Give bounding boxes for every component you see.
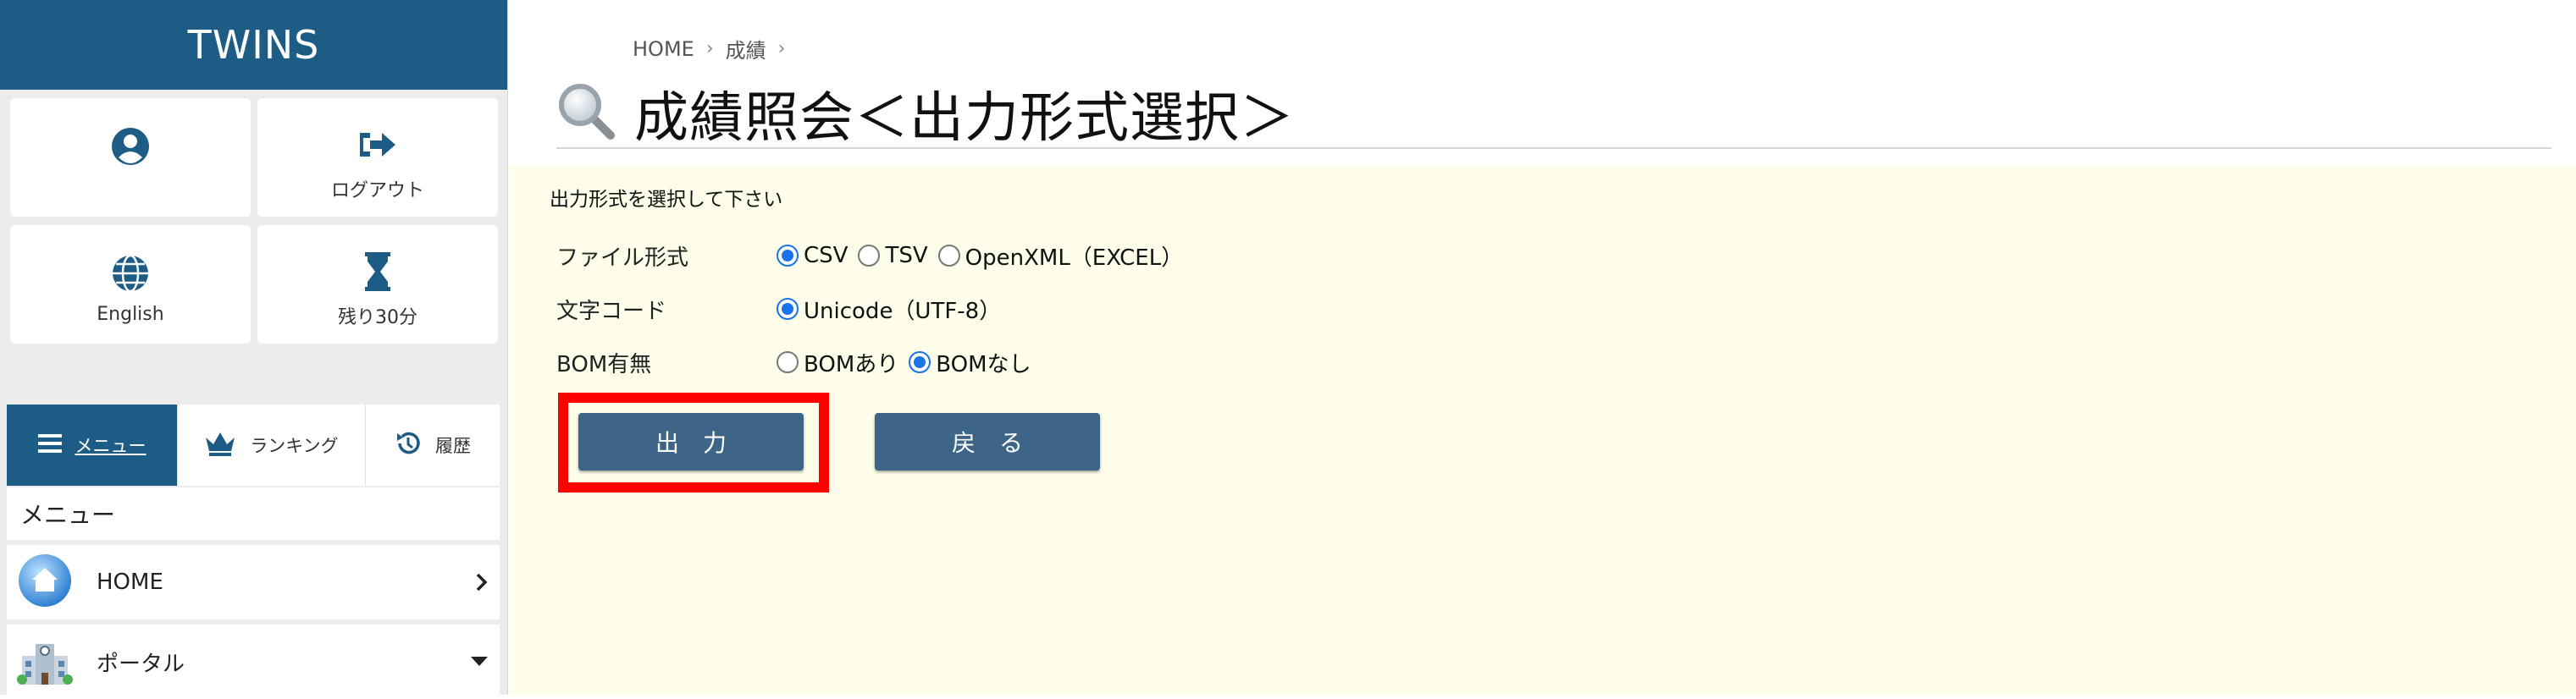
quick-tiles: ログアウト English 残り30分 — [10, 98, 498, 344]
tile-label: ログアウト — [330, 180, 424, 201]
chevron-right-icon — [476, 573, 488, 592]
output-button[interactable]: 出力 — [578, 413, 804, 471]
encoding-utf8-radio[interactable] — [777, 298, 799, 320]
hamburger-icon — [37, 433, 62, 458]
brand-title: TWINS — [187, 22, 320, 68]
sidebar-item-home[interactable]: HOME — [7, 545, 500, 619]
sidebar-item-label: HOME — [97, 570, 163, 595]
format-openxml-radio[interactable] — [937, 245, 960, 267]
tab-label: メニュー — [75, 436, 146, 456]
option-label: BOMあり — [804, 351, 899, 377]
breadcrumb-separator: › — [777, 38, 786, 59]
sidebar-tabs: メニュー ランキング 履歴 — [7, 405, 500, 486]
option-label: OpenXML（EXCEL） — [965, 245, 1184, 271]
hourglass-icon — [363, 248, 392, 295]
sidebar-item-portal[interactable]: ポータル — [7, 625, 500, 699]
encoding-utf8-option[interactable]: Unicode（UTF-8） — [777, 294, 1001, 325]
magnifier-icon — [556, 81, 617, 146]
file-format-row: ファイル形式 CSV TSV OpenXML（EXCEL） — [556, 239, 1193, 272]
crown-icon — [204, 431, 236, 460]
bom-with-option[interactable]: BOMあり — [777, 347, 898, 378]
building-icon — [17, 632, 73, 691]
format-csv-option[interactable]: CSV — [777, 243, 848, 268]
encoding-label: 文字コード — [556, 298, 667, 324]
output-format-panel: 出力形式を選択して下さい ファイル形式 CSV TSV OpenXML（EXCE… — [509, 166, 2576, 695]
format-openxml-option[interactable]: OpenXML（EXCEL） — [937, 240, 1184, 272]
tab-ranking[interactable]: ランキング — [178, 405, 366, 486]
breadcrumb-separator: › — [705, 38, 714, 59]
brand-header: TWINS — [0, 0, 507, 90]
option-label: Unicode（UTF-8） — [804, 298, 1002, 324]
menu-heading-text: メニュー — [20, 501, 116, 529]
menu-heading: メニュー — [7, 487, 500, 540]
option-label: CSV — [804, 243, 849, 268]
format-csv-radio[interactable] — [777, 245, 799, 267]
bom-without-option[interactable]: BOMなし — [909, 347, 1031, 378]
sidebar-item-label: ポータル — [97, 651, 185, 677]
tile-logout[interactable]: ログアウト — [257, 98, 498, 217]
user-circle-icon — [111, 123, 150, 170]
tab-label: 履歴 — [435, 436, 471, 456]
tile-label: 残り30分 — [338, 307, 417, 328]
logout-icon — [357, 121, 399, 168]
tile-label: English — [97, 304, 164, 325]
format-tsv-radio[interactable] — [858, 245, 881, 267]
tab-menu[interactable]: メニュー — [7, 405, 178, 486]
bom-without-radio[interactable] — [909, 351, 931, 373]
encoding-row: 文字コード Unicode（UTF-8） — [556, 292, 1011, 326]
option-label: TSV — [885, 243, 928, 268]
bom-label: BOM有無 — [556, 351, 652, 377]
back-button[interactable]: 戻る — [875, 413, 1100, 471]
bom-row: BOM有無 BOMあり BOMなし — [556, 345, 1042, 379]
breadcrumb-home[interactable]: HOME — [633, 37, 694, 61]
tab-history[interactable]: 履歴 — [366, 405, 500, 486]
tile-profile[interactable] — [10, 98, 251, 217]
bom-with-radio[interactable] — [777, 351, 799, 373]
format-tsv-option[interactable]: TSV — [858, 243, 928, 268]
breadcrumb-grades[interactable]: 成績 — [726, 34, 766, 63]
tile-english[interactable]: English — [10, 225, 251, 344]
instruction-text: 出力形式を選択して下さい — [550, 189, 783, 211]
history-icon — [395, 430, 422, 461]
home-icon — [17, 553, 73, 612]
page-header: 成績照会＜出力形式選択＞ — [556, 74, 1295, 152]
file-format-label: ファイル形式 — [556, 245, 689, 271]
title-divider — [556, 147, 2551, 149]
tile-session-timer: 残り30分 — [257, 225, 498, 344]
tab-label: ランキング — [250, 436, 339, 456]
page-title: 成績照会＜出力形式選択＞ — [634, 87, 1295, 150]
globe-icon — [111, 250, 150, 297]
sidebar: TWINS ログアウト English 残り30分 メニュー ランキング 履歴 … — [0, 0, 508, 699]
caret-down-icon — [471, 657, 488, 667]
main-content: HOME › 成績 › 成績照会＜出力形式選択＞ 出力形式を選択して下さい ファ… — [509, 0, 2576, 695]
option-label: BOMなし — [936, 351, 1031, 377]
breadcrumb: HOME › 成績 › — [633, 34, 785, 63]
